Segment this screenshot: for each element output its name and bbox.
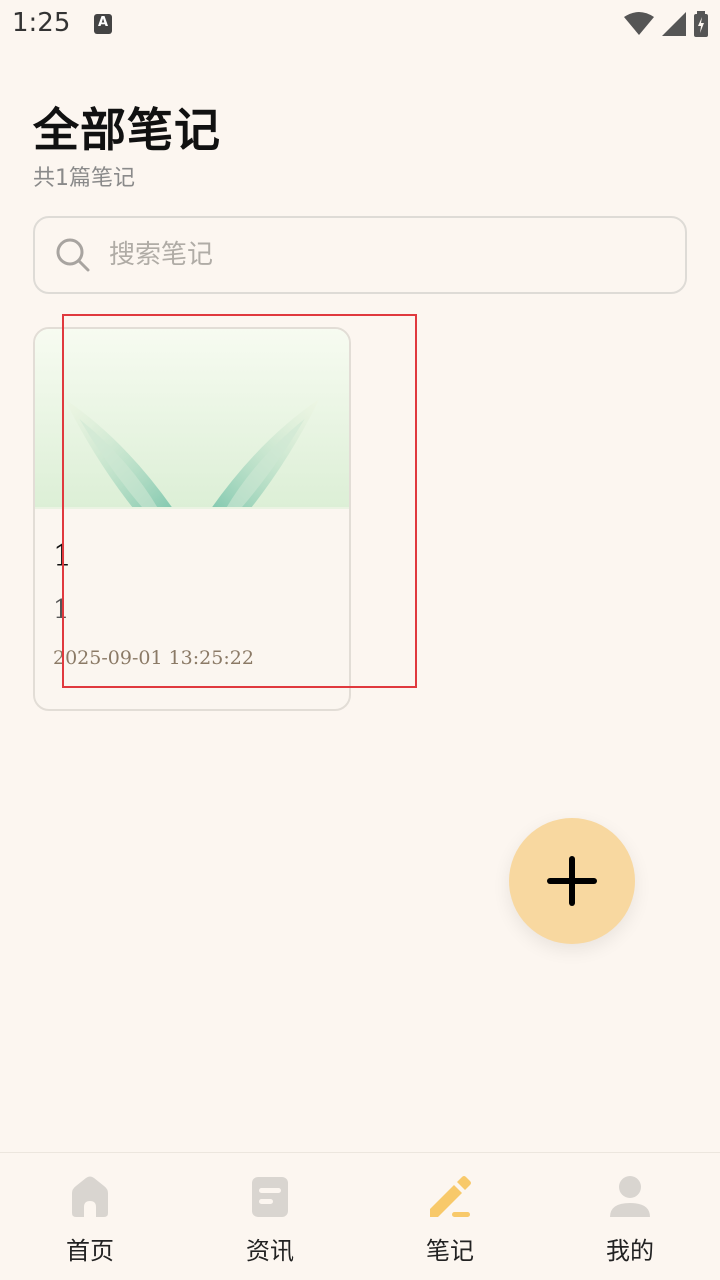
nav-item-profile[interactable]: 我的 [540, 1153, 720, 1280]
note-count: 共1篇笔记 [33, 166, 135, 191]
status-time: 1:25 [12, 8, 71, 38]
status-bar: 1:25 A [0, 0, 720, 52]
nav-label-news: 资讯 [246, 1237, 294, 1265]
note-cover-image [35, 329, 349, 509]
search-icon [56, 238, 90, 272]
nav-item-news[interactable]: 资讯 [180, 1153, 360, 1280]
wifi-icon [624, 12, 654, 35]
note-date: 2025-09-01 13:25:22 [53, 647, 254, 669]
search-box[interactable] [33, 216, 687, 294]
battery-icon [694, 11, 708, 37]
note-title: 1 [53, 539, 73, 574]
home-icon [72, 1176, 108, 1217]
nav-label-notes: 笔记 [426, 1237, 474, 1265]
nav-item-home[interactable]: 首页 [0, 1153, 180, 1280]
search-input[interactable] [109, 240, 629, 270]
signal-icon [662, 12, 686, 36]
add-note-button[interactable] [509, 818, 635, 944]
keyboard-a-icon: A [94, 14, 112, 34]
bottom-nav: 首页 资讯 笔记 我的 [0, 1152, 720, 1280]
edit-note-icon [430, 1176, 471, 1217]
note-body: 1 [53, 595, 70, 625]
nav-label-home: 首页 [66, 1237, 114, 1265]
page-title: 全部笔记 [33, 103, 221, 157]
news-icon [252, 1177, 288, 1217]
nav-label-profile: 我的 [606, 1237, 654, 1265]
plus-icon [547, 856, 597, 906]
nav-item-notes[interactable]: 笔记 [360, 1153, 540, 1280]
note-card[interactable]: 1 1 2025-09-01 13:25:22 [33, 327, 351, 711]
profile-icon [610, 1176, 650, 1217]
status-icons [624, 10, 708, 38]
